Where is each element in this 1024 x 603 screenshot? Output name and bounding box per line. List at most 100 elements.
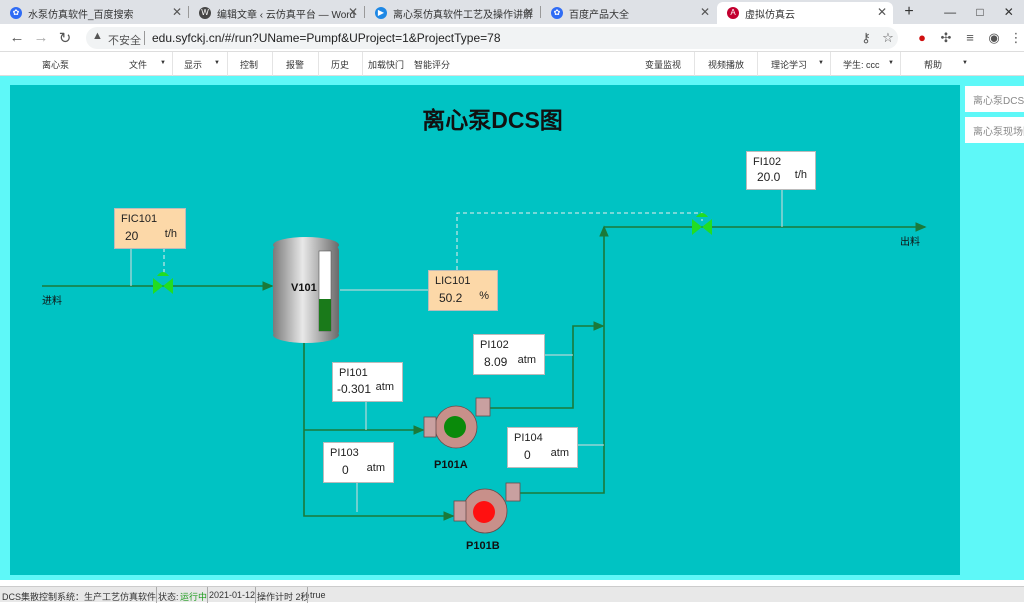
outlet-valve-icon[interactable] — [692, 213, 712, 235]
menu-load-quick[interactable]: 加载快门 — [368, 58, 404, 71]
baidu-icon: ✿ — [10, 7, 22, 19]
key-icon[interactable]: ⚷ — [858, 30, 874, 46]
caret-down-icon[interactable]: ▼ — [160, 60, 166, 66]
menu-alarm[interactable]: 报警 — [286, 58, 304, 71]
url-divider — [144, 31, 145, 45]
instrument-value: 20.0 — [757, 170, 781, 184]
instrument-value: 0 — [524, 448, 531, 462]
caret-down-icon[interactable]: ▼ — [214, 60, 220, 66]
menu-divider — [227, 52, 228, 76]
tab-baidu-search[interactable]: ✿ 水泵仿真软件_百度搜索 ✕ — [0, 2, 188, 24]
menu-divider — [694, 52, 695, 76]
fi102-indicator[interactable]: FI102 20.0 t/h — [746, 151, 816, 190]
tab-wordpress[interactable]: W 编辑文章 ‹ 云仿真平台 — Word ✕ — [189, 2, 364, 24]
side-item-field[interactable]: 离心泵现场图 — [965, 117, 1024, 143]
reload-icon[interactable]: ↻ — [56, 29, 74, 47]
more-menu-icon[interactable]: ⋮ — [1008, 30, 1024, 46]
close-icon[interactable]: ✕ — [348, 5, 358, 19]
forward-icon[interactable]: → — [32, 29, 50, 46]
status-state-label: 状态: — [158, 592, 179, 602]
browser-tab-bar: ✿ 水泵仿真软件_百度搜索 ✕ W 编辑文章 ‹ 云仿真平台 — Word ✕ … — [0, 0, 1024, 24]
caret-down-icon[interactable]: ▼ — [888, 60, 894, 66]
fic101-controller[interactable]: FIC101 20 t/h — [114, 208, 186, 249]
close-icon[interactable]: ✕ — [877, 5, 887, 19]
instrument-tag: PI103 — [330, 447, 359, 459]
pi101-indicator[interactable]: PI101 -0.301 atm — [332, 362, 403, 402]
warning-icon: ▲ — [92, 30, 103, 42]
minimize-icon[interactable]: — — [944, 5, 956, 19]
status-divider — [307, 587, 308, 603]
dcs-canvas: 离心泵DCS图 进料 出料 V101 P101A P101B FIC101 20… — [10, 85, 960, 575]
opera-extension-icon[interactable]: ● — [914, 30, 930, 45]
diagram-title: 离心泵DCS图 — [422, 107, 563, 133]
instrument-value: -0.301 — [337, 382, 372, 396]
menu-smart-score[interactable]: 智能评分 — [414, 58, 450, 71]
instrument-unit: atm — [550, 447, 569, 459]
status-divider — [156, 587, 157, 603]
new-tab-button[interactable]: + — [899, 3, 919, 21]
close-icon[interactable]: ✕ — [700, 5, 710, 19]
instrument-unit: t/h — [164, 228, 177, 240]
caret-down-icon[interactable]: ▼ — [818, 60, 824, 66]
tab-title: 虚拟仿真云 — [745, 9, 795, 21]
instrument-tag: FIC101 — [121, 213, 158, 225]
back-icon[interactable]: ← — [8, 29, 26, 46]
status-state-value: 运行中 — [180, 592, 208, 602]
app-icon: A — [727, 7, 739, 19]
url-bar[interactable]: ▲ 不安全 edu.syfckj.cn/#/run?UName=Pumpf&UP… — [86, 27, 898, 49]
pi104-indicator[interactable]: PI104 0 atm — [507, 427, 578, 468]
instrument-tag: LIC101 — [435, 275, 471, 287]
status-system: DCS集散控制系统：生产工艺仿真软件 — [2, 592, 157, 602]
instrument-tag: PI102 — [480, 339, 509, 351]
pi103-indicator[interactable]: PI103 0 atm — [323, 442, 394, 483]
pi102-indicator[interactable]: PI102 8.09 atm — [473, 334, 545, 375]
wordpress-icon: W — [199, 7, 211, 19]
close-icon[interactable]: ✕ — [524, 5, 534, 19]
pump-p101a-icon[interactable] — [423, 397, 491, 449]
menu-help[interactable]: 帮助 — [924, 58, 942, 71]
menu-divider — [900, 52, 901, 76]
profile-icon[interactable]: ◉ — [986, 30, 1002, 46]
app-menu-bar: 离心泵 文件 ▼ 显示 ▼ 控制 报警 历史 加载快门 智能评分 变量监视 视频… — [0, 52, 1024, 76]
fic101-valve-icon[interactable] — [153, 272, 173, 294]
instrument-unit: atm — [366, 462, 385, 474]
caret-down-icon[interactable]: ▼ — [962, 60, 968, 66]
outlet-label: 出料 — [900, 237, 920, 248]
menu-student[interactable]: 学生: ccc — [843, 58, 880, 71]
close-icon[interactable]: ✕ — [172, 5, 182, 19]
menu-display[interactable]: 显示 — [184, 58, 202, 71]
status-flag: true — [310, 590, 326, 600]
status-date: 2021-01-12 — [209, 590, 256, 600]
menu-divider — [362, 52, 363, 76]
maximize-icon[interactable]: □ — [976, 5, 983, 19]
side-item-dcs[interactable]: 离心泵DCS — [965, 86, 1024, 112]
tab-virtual-sim[interactable]: A 虚拟仿真云 ✕ — [717, 2, 893, 24]
status-divider — [255, 587, 256, 603]
menu-divider — [757, 52, 758, 76]
menu-history[interactable]: 历史 — [331, 58, 349, 71]
close-window-icon[interactable]: ✕ — [1004, 5, 1014, 19]
menu-home[interactable]: 离心泵 — [42, 58, 69, 71]
video-icon: ▶ — [375, 7, 387, 19]
extensions-icon[interactable]: ✣ — [938, 30, 954, 46]
instrument-unit: t/h — [794, 169, 807, 181]
instrument-value: 0 — [342, 463, 349, 477]
menu-video[interactable]: 视频播放 — [708, 58, 744, 71]
tab-baidu-products[interactable]: ✿ 百度产品大全 ✕ — [541, 2, 716, 24]
status-timer: 操作计时 2秒 — [257, 592, 310, 602]
menu-theory[interactable]: 理论学习 — [771, 58, 807, 71]
menu-variable-monitor[interactable]: 变量监视 — [645, 58, 681, 71]
tab-title: 水泵仿真软件_百度搜索 — [28, 9, 134, 21]
lic-signal-line — [456, 212, 703, 270]
menu-file[interactable]: 文件 — [129, 58, 147, 71]
pump-p101b-icon[interactable] — [453, 482, 521, 534]
process-lines — [42, 189, 927, 534]
tab-video[interactable]: ▶ 离心泵仿真软件工艺及操作讲解 ✕ — [365, 2, 540, 24]
media-control-icon[interactable]: ≡ — [962, 30, 978, 45]
pump-b-label: P101B — [466, 540, 500, 552]
url-text[interactable]: edu.syfckj.cn/#/run?UName=Pumpf&UProject… — [152, 31, 501, 45]
instrument-value: 8.09 — [484, 355, 508, 369]
menu-control[interactable]: 控制 — [240, 58, 258, 71]
bookmark-star-icon[interactable]: ☆ — [880, 30, 896, 46]
lic101-controller[interactable]: LIC101 50.2 % — [428, 270, 498, 311]
